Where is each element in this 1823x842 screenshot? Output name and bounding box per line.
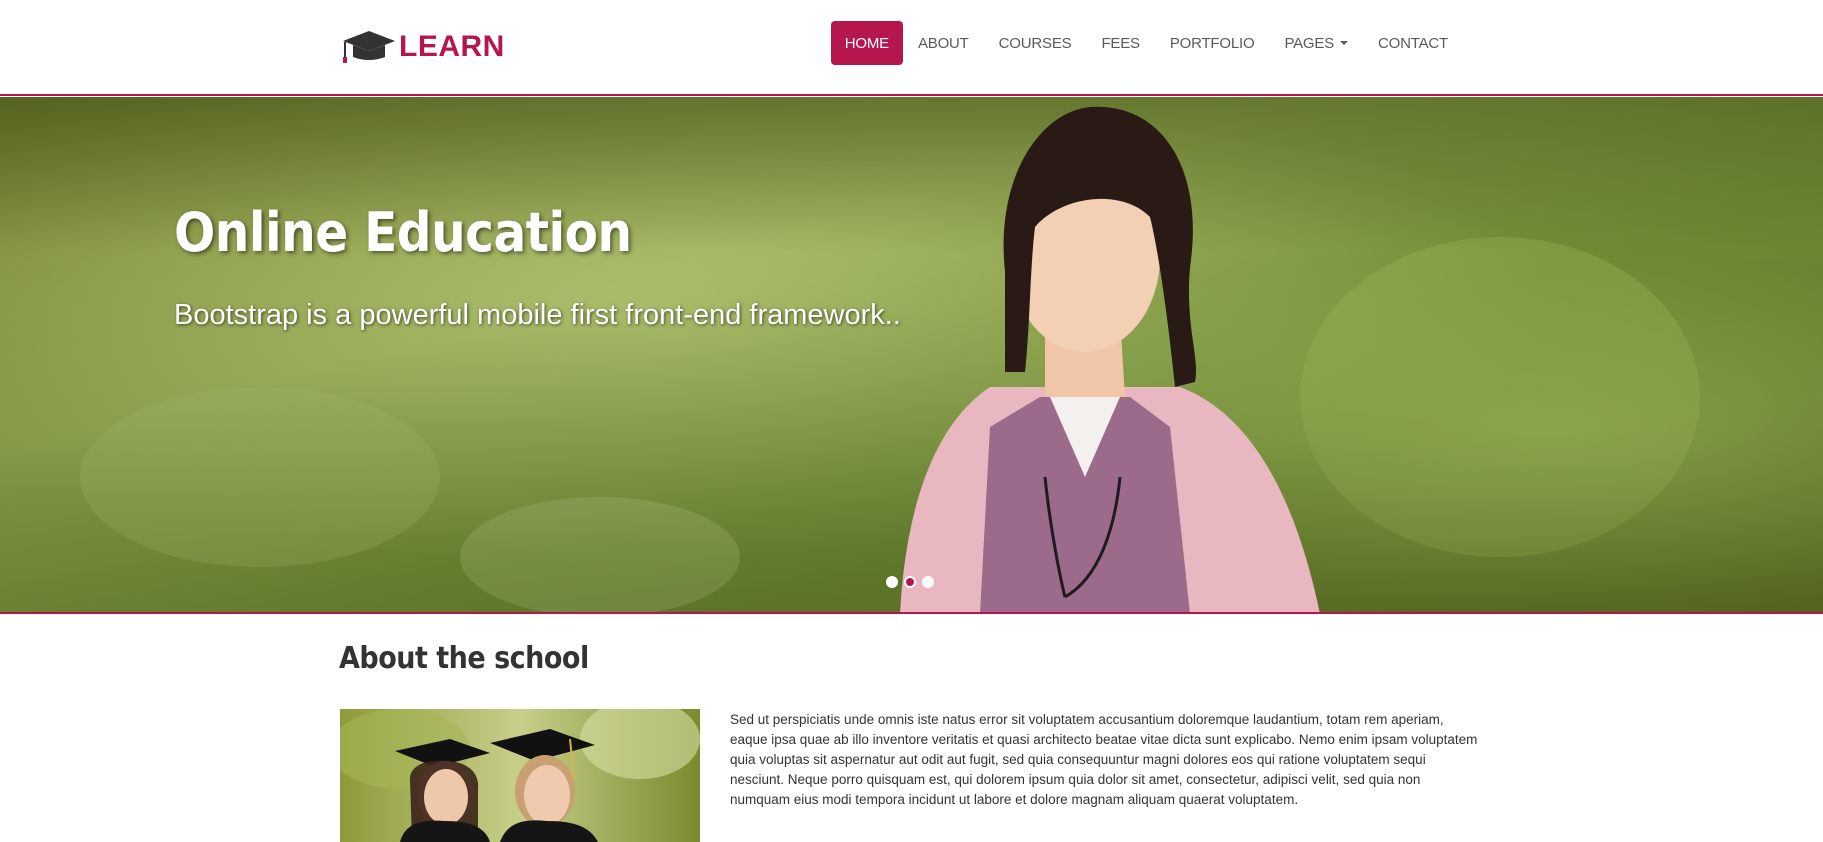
- nav-home[interactable]: HOME: [830, 21, 903, 65]
- hero-carousel[interactable]: Online Education Bootstrap is a powerful…: [0, 97, 1823, 614]
- carousel-indicator-3[interactable]: [922, 576, 934, 588]
- about-image: [340, 709, 700, 842]
- site-header: LEARN HOME ABOUT COURSES FEES PORTFOLIO …: [0, 0, 1823, 96]
- nav-pages-label: PAGES: [1284, 34, 1335, 52]
- nav-portfolio[interactable]: PORTFOLIO: [1155, 21, 1270, 65]
- nav-contact[interactable]: CONTACT: [1363, 21, 1463, 65]
- carousel-indicator-2[interactable]: [904, 576, 916, 588]
- logo[interactable]: LEARN: [339, 28, 505, 66]
- hero-subtitle: Bootstrap is a powerful mobile first fro…: [174, 299, 901, 331]
- graduates-image: [340, 709, 700, 842]
- about-paragraph: Sed ut perspiciatis unde omnis iste natu…: [730, 712, 1478, 807]
- section-title: About the school: [339, 641, 589, 676]
- nav-courses[interactable]: COURSES: [984, 21, 1087, 65]
- nav-pages[interactable]: PAGES: [1269, 21, 1363, 65]
- hero-title: Online Education: [174, 201, 632, 264]
- caret-down-icon: [1340, 41, 1349, 45]
- nav-about[interactable]: ABOUT: [903, 21, 984, 65]
- carousel-indicator-1[interactable]: [886, 576, 898, 588]
- graduation-cap-icon: [343, 31, 395, 63]
- hero-background-image: [0, 97, 1823, 612]
- nav-fees[interactable]: FEES: [1086, 21, 1154, 65]
- logo-text: LEARN: [399, 30, 505, 63]
- carousel-indicators: [886, 576, 934, 588]
- main-nav: HOME ABOUT COURSES FEES PORTFOLIO PAGES …: [830, 21, 1463, 65]
